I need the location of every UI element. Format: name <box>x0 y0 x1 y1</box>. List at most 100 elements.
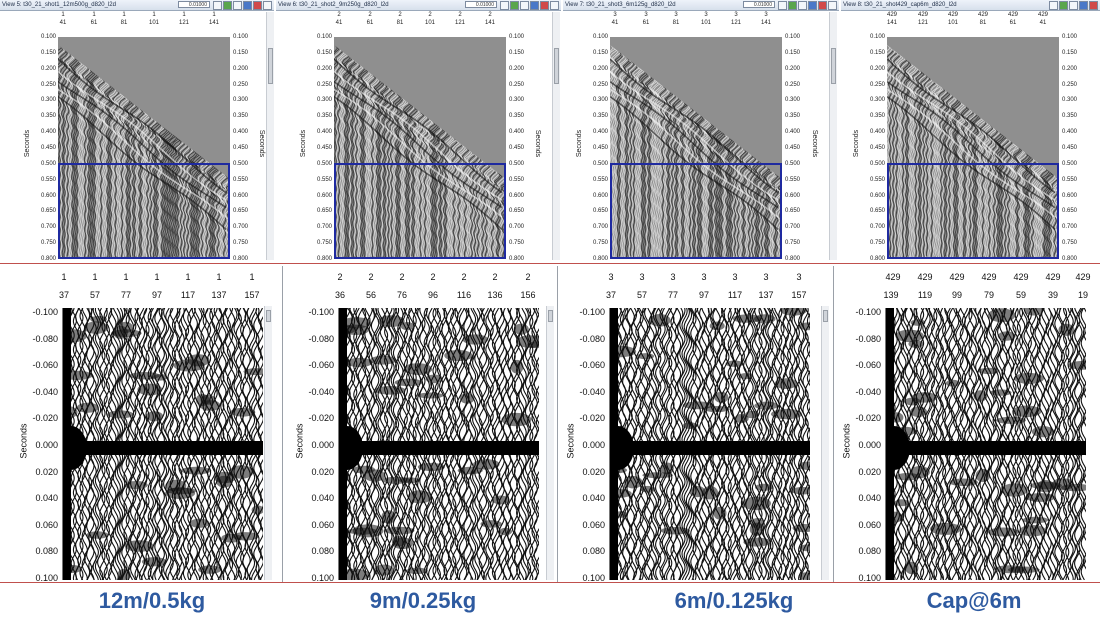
tick-bottom: 137 <box>758 290 774 300</box>
tick-bottom: 101 <box>700 20 712 26</box>
toolbar-icon[interactable] <box>500 1 509 10</box>
toolbar-icon[interactable] <box>1069 1 1078 10</box>
toolbar-icon[interactable] <box>550 1 559 10</box>
y-tick-label: 0.020 <box>858 466 881 477</box>
tick-top: 429 <box>917 12 929 18</box>
toolbar-icon[interactable] <box>253 1 262 10</box>
tick-bottom: 77 <box>120 290 132 300</box>
y-tick-label: 0.100 <box>1062 34 1078 40</box>
view-7-selection-box[interactable] <box>610 163 782 259</box>
y-tick-label: 0.500 <box>1062 160 1078 167</box>
y-tick-label: 0.500 <box>233 160 249 167</box>
view-8-toolbar <box>1049 1 1098 10</box>
toolbar-icon[interactable] <box>788 1 797 10</box>
tick-top: 3 <box>644 12 648 18</box>
y-tick-label: 0.400 <box>233 129 249 136</box>
view-6-selection-box[interactable] <box>334 163 506 259</box>
view-6-scrollbar[interactable] <box>552 12 560 260</box>
y-tick-label: 0.800 <box>785 256 801 262</box>
zoom-3-y-label: Seconds <box>565 423 576 459</box>
tick-top: 1 <box>154 272 160 282</box>
scroll-thumb[interactable] <box>266 310 271 322</box>
zoom-1-wiggle-plot[interactable] <box>62 308 263 580</box>
y-tick-label: 0.800 <box>509 256 525 262</box>
view-5-scrollbar[interactable] <box>266 12 274 260</box>
y-tick-label: 0.750 <box>40 240 56 247</box>
toolbar-icon[interactable] <box>213 1 222 10</box>
toolbar-icon[interactable] <box>223 1 232 10</box>
toolbar-icon[interactable] <box>818 1 827 10</box>
toolbar-icon[interactable] <box>243 1 252 10</box>
tick-bottom: 119 <box>917 290 933 300</box>
y-tick-label: 0.350 <box>785 113 801 120</box>
panel-divider <box>557 266 558 582</box>
scroll-thumb[interactable] <box>823 310 828 322</box>
view-8-x-ticks: 429 141 429 121 429 101 429 81 429 61 429 41 <box>887 12 1059 32</box>
view-5-y-label-left: Seconds <box>24 129 32 158</box>
view-5-selection-box[interactable] <box>58 163 230 259</box>
toolbar-icon[interactable] <box>1059 1 1068 10</box>
view-7-zoom-field[interactable]: 0.01000 <box>743 1 775 8</box>
view-8-selection-box[interactable] <box>887 163 1059 259</box>
zoom-4-x-ticks: 429 139 429 119 429 99 429 79 429 59 429 39 42… <box>883 272 1090 302</box>
y-tick-label: 0.250 <box>869 81 885 88</box>
toolbar-icon[interactable] <box>778 1 787 10</box>
tick-bottom: 41 <box>1039 20 1047 26</box>
wiggle-trace-graphic <box>63 308 263 580</box>
toolbar-icon[interactable] <box>263 1 272 10</box>
scroll-thumb[interactable] <box>548 310 553 322</box>
view-7-scrollbar[interactable] <box>829 12 837 260</box>
y-tick-label: -0.080 <box>308 333 334 344</box>
zoom-1-y-label: Seconds <box>18 423 29 459</box>
toolbar-icon[interactable] <box>530 1 539 10</box>
tick-bottom: 121 <box>917 20 929 26</box>
toolbar-icon[interactable] <box>510 1 519 10</box>
view-5-titlebar[interactable]: View 5: t30_21_shot1_12m500g_d820_l2d 0.… <box>0 0 274 11</box>
tick-top: 3 <box>674 12 678 18</box>
y-tick-label: 0.150 <box>316 49 332 56</box>
y-tick-label: 0.450 <box>869 145 885 151</box>
tick-top: 1 <box>216 272 222 282</box>
toolbar-icon[interactable] <box>520 1 529 10</box>
toolbar-icon[interactable] <box>808 1 817 10</box>
zoom-3-scrollbar[interactable] <box>821 306 829 580</box>
wiggle-trace-graphic <box>610 308 810 580</box>
toolbar-icon[interactable] <box>798 1 807 10</box>
view-5-zoom-field[interactable]: 0.01000 <box>178 1 210 8</box>
toolbar-icon[interactable] <box>233 1 242 10</box>
scroll-thumb[interactable] <box>554 48 559 84</box>
scroll-thumb[interactable] <box>268 48 273 84</box>
y-tick-label: 0.060 <box>311 519 334 530</box>
view-5-toolbar <box>213 1 272 10</box>
scroll-thumb[interactable] <box>831 48 836 84</box>
y-tick-label: 0.200 <box>509 65 525 72</box>
zoom-3-wiggle-plot[interactable] <box>609 308 810 580</box>
y-tick-label: 0.100 <box>233 34 249 40</box>
y-tick-label: -0.020 <box>32 413 58 424</box>
zoom-2-wiggle-plot[interactable] <box>338 308 539 580</box>
tick-top: 1 <box>212 12 216 18</box>
y-tick-label: 0.550 <box>40 176 56 183</box>
toolbar-icon[interactable] <box>828 1 837 10</box>
tick-top: 429 <box>917 272 933 282</box>
view-7-titlebar[interactable]: View 7: t30_21_shot3_6m125g_d820_l2d 0.0… <box>563 0 839 11</box>
y-tick-label: 0.250 <box>1062 81 1078 88</box>
zoom-4-wiggle-plot[interactable] <box>885 308 1086 580</box>
tick-bottom: 156 <box>520 290 536 300</box>
toolbar-icon[interactable] <box>1079 1 1088 10</box>
y-tick-label: 0.400 <box>40 129 56 136</box>
y-tick-label: 0.040 <box>311 493 334 504</box>
y-tick-label: 0.400 <box>785 129 801 136</box>
y-tick-label: 0.080 <box>582 546 605 557</box>
zoom-3-x-ticks: 3 37 3 57 3 77 3 97 3 117 3 137 3 157 <box>606 272 809 302</box>
view-6-zoom-field[interactable]: 0.01000 <box>465 1 497 8</box>
view-8-titlebar[interactable]: View 8: t30_21_shot429_cap6m_d820_l2d <box>841 0 1100 11</box>
zoom-2-scrollbar[interactable] <box>546 306 554 580</box>
toolbar-icon[interactable] <box>1089 1 1098 10</box>
zoom-1-scrollbar[interactable] <box>264 306 272 580</box>
toolbar-icon[interactable] <box>1049 1 1058 10</box>
tick-top: 1 <box>92 12 96 18</box>
view-6-titlebar[interactable]: View 6: t30_21_shot2_9m250g_d820_l2d 0.0… <box>276 0 561 11</box>
toolbar-icon[interactable] <box>540 1 549 10</box>
y-tick-label: 0.350 <box>40 113 56 120</box>
